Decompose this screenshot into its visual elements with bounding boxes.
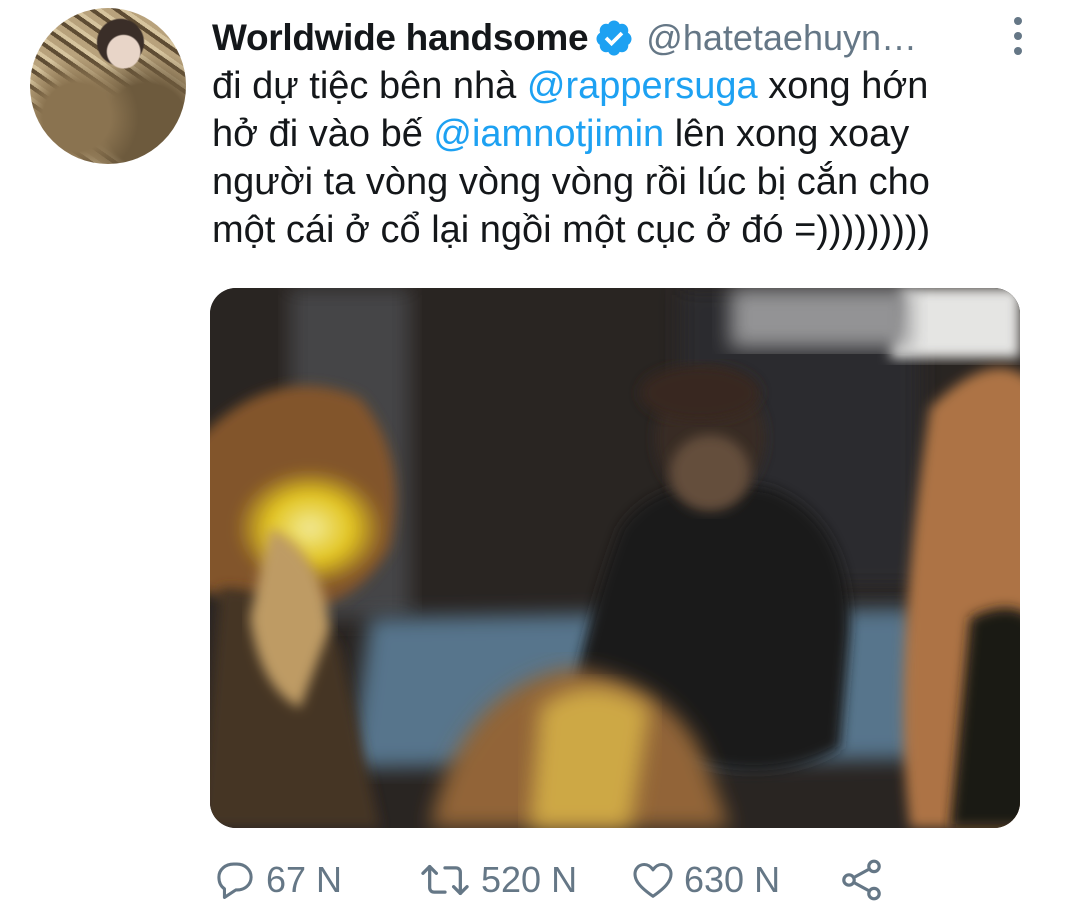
heart-icon — [633, 862, 673, 898]
tweet-actions: 67 N 520 N 630 N — [212, 852, 1052, 908]
tweet-text-segment: xong hớn — [757, 65, 929, 107]
media-photo-content — [210, 288, 1020, 828]
author-handle[interactable]: @hatetaehuyn… — [646, 17, 946, 59]
retweet-count: 520 N — [481, 859, 578, 900]
tweet[interactable]: Worldwide handsome @hatetaehuyn… đi dự t… — [0, 0, 1080, 918]
tweet-text-segment: người ta vòng vòng vòng rồi lúc bị cắn c… — [212, 161, 930, 203]
tweet-text-line: người ta vòng vòng vòng rồi lúc bị cắn c… — [212, 158, 1042, 206]
mention-link[interactable]: @iamnotjimin — [433, 113, 664, 155]
share-icon — [842, 859, 881, 901]
tweet-text-line: hở đi vào bế @iamnotjimin lên xong xoay — [212, 110, 1042, 158]
tweet-text-line: đi dự tiệc bên nhà @rappersuga xong hớn — [212, 62, 1042, 110]
tweet-text-segment: một cái ở cổ lại ngồi một cục ở đó =))))… — [212, 209, 931, 251]
author-avatar[interactable] — [30, 8, 186, 164]
retweet-icon — [421, 864, 469, 896]
tweet-text-line: một cái ở cổ lại ngồi một cục ở đó =))))… — [212, 206, 1042, 254]
like-count: 630 N — [684, 859, 781, 900]
tweet-text: đi dự tiệc bên nhà @rappersuga xong hớn h… — [212, 62, 1042, 254]
like-button[interactable]: 630 N — [630, 852, 780, 908]
retweet-button[interactable]: 520 N — [417, 852, 577, 908]
mention-link[interactable]: @rappersuga — [527, 65, 758, 107]
tweet-text-segment: hở đi vào bế — [212, 113, 434, 155]
share-button[interactable] — [838, 852, 886, 908]
author-display-name[interactable]: Worldwide handsome — [212, 17, 589, 59]
tweet-text-segment: đi dự tiệc bên nhà — [212, 65, 527, 107]
more-vertical-icon[interactable] — [1006, 14, 1030, 58]
reply-count: 67 N — [266, 859, 343, 900]
verified-badge-icon — [596, 20, 632, 56]
tweet-header: Worldwide handsome @hatetaehuyn… — [212, 12, 1052, 64]
reply-button[interactable]: 67 N — [212, 852, 342, 908]
tweet-media-photo[interactable] — [210, 288, 1020, 828]
reply-bubble-icon — [217, 862, 253, 899]
tweet-text-segment: lên xong xoay — [664, 113, 910, 155]
